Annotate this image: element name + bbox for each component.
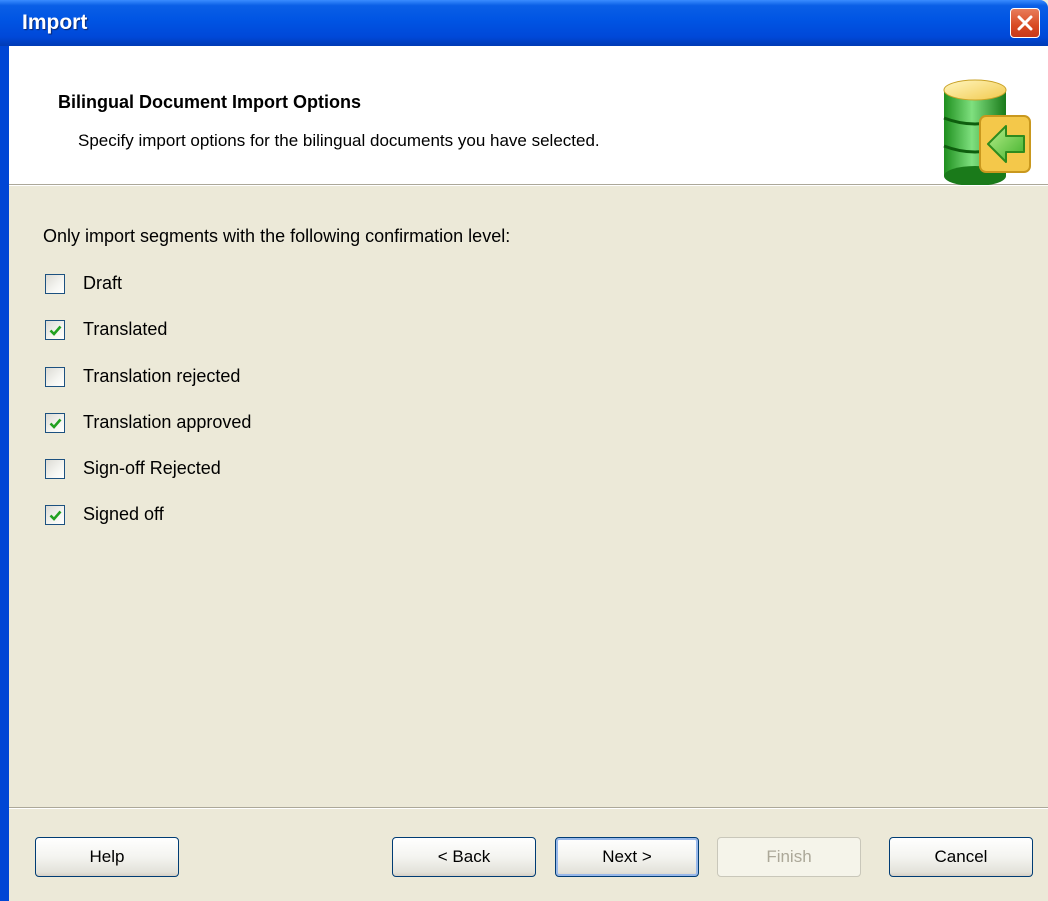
option-label: Translation approved [83, 412, 252, 432]
window-title: Import [22, 11, 88, 34]
title-bar[interactable]: Import [0, 0, 1048, 46]
header-title: Bilingual Document Import Options [58, 92, 361, 112]
wizard-header: Bilingual Document Import Options Specif… [9, 46, 1048, 186]
close-button[interactable] [1010, 8, 1040, 38]
close-icon [1017, 15, 1033, 31]
footer-separator-highlight [9, 808, 1048, 809]
option-label: Translated [83, 319, 168, 339]
checkbox-sign-off-rejected[interactable] [45, 459, 65, 479]
confirmation-level-prompt: Only import segments with the following … [43, 226, 511, 246]
checkbox-translation-approved[interactable] [45, 413, 65, 433]
checkmark-icon [49, 325, 62, 336]
option-label: Sign-off Rejected [83, 458, 221, 478]
option-label: Signed off [83, 504, 164, 524]
header-subtitle: Specify import options for the bilingual… [78, 131, 600, 150]
import-dialog: Import Bilingual Document Import Options… [0, 0, 1048, 901]
cancel-button[interactable]: Cancel [889, 837, 1033, 877]
checkmark-icon [49, 418, 62, 429]
option-label: Translation rejected [83, 366, 241, 386]
window-left-border [0, 46, 9, 901]
option-label: Draft [83, 273, 123, 293]
finish-button: Finish [717, 837, 861, 877]
header-separator [9, 185, 1048, 186]
checkbox-draft[interactable] [45, 274, 65, 294]
back-button[interactable]: < Back [392, 837, 536, 877]
checkbox-signed-off[interactable] [45, 505, 65, 525]
checkmark-icon [49, 510, 62, 521]
help-button[interactable]: Help [35, 837, 179, 877]
next-button[interactable]: Next > [555, 837, 699, 877]
checkbox-translated[interactable] [45, 320, 65, 340]
checkbox-translation-rejected[interactable] [45, 367, 65, 387]
database-import-icon [943, 79, 1031, 186]
